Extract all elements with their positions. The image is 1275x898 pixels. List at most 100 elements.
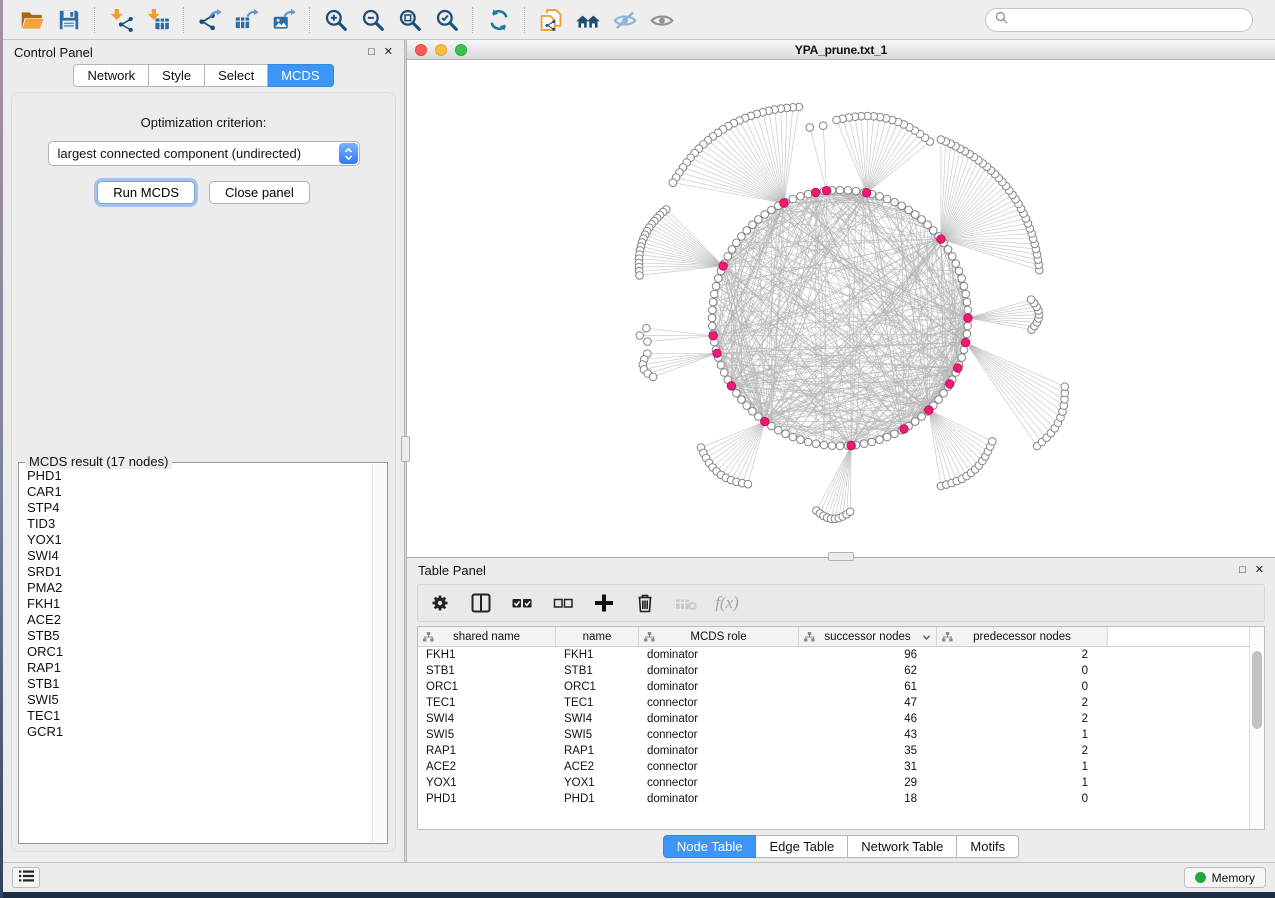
- close-table-panel-icon[interactable]: ✕: [1255, 565, 1264, 576]
- float-panel-icon[interactable]: □: [368, 47, 375, 58]
- column-header-shared-name[interactable]: shared name: [418, 627, 556, 646]
- tab-select[interactable]: Select: [205, 64, 268, 87]
- tab-node-table[interactable]: Node Table: [663, 835, 757, 858]
- mcds-result-item[interactable]: PMA2: [27, 580, 371, 596]
- zoom-selected-button[interactable]: [428, 4, 465, 36]
- cell-name[interactable]: SWI4: [556, 713, 639, 725]
- table-scrollbar-thumb[interactable]: [1252, 651, 1262, 729]
- cell-MCDS-role[interactable]: connector: [639, 729, 799, 741]
- tab-mcds[interactable]: MCDS: [268, 64, 333, 87]
- tab-network[interactable]: Network: [73, 64, 149, 87]
- export-network-button[interactable]: [191, 4, 228, 36]
- cell-name[interactable]: ORC1: [556, 681, 639, 693]
- cell-MCDS-role[interactable]: dominator: [639, 649, 799, 661]
- cell-predecessor-nodes[interactable]: 2: [937, 697, 1108, 709]
- network-graph[interactable]: [407, 60, 1275, 557]
- cell-successor-nodes[interactable]: 62: [799, 665, 937, 677]
- cell-name[interactable]: ACE2: [556, 761, 639, 773]
- mcds-result-item[interactable]: SWI5: [27, 692, 371, 708]
- cell-successor-nodes[interactable]: 96: [799, 649, 937, 661]
- cell-name[interactable]: TEC1: [556, 697, 639, 709]
- deselect-all-checkboxes-button[interactable]: [551, 591, 575, 615]
- cell-MCDS-role[interactable]: dominator: [639, 665, 799, 677]
- cell-MCDS-role[interactable]: connector: [639, 777, 799, 789]
- export-image-button[interactable]: [265, 4, 302, 36]
- cell-name[interactable]: FKH1: [556, 649, 639, 661]
- import-network-button[interactable]: [102, 4, 139, 36]
- zoom-out-button[interactable]: [354, 4, 391, 36]
- cell-successor-nodes[interactable]: 31: [799, 761, 937, 773]
- import-table-button[interactable]: [139, 4, 176, 36]
- table-row[interactable]: ORC1ORC1dominator610: [418, 679, 1264, 695]
- mcds-result-item[interactable]: STP4: [27, 500, 371, 516]
- cell-predecessor-nodes[interactable]: 2: [937, 649, 1108, 661]
- toggle-panes-button[interactable]: [469, 591, 493, 615]
- hide-selected-button[interactable]: [606, 4, 643, 36]
- save-session-button[interactable]: [50, 4, 87, 36]
- tab-edge-table[interactable]: Edge Table: [756, 835, 848, 858]
- cell-MCDS-role[interactable]: dominator: [639, 681, 799, 693]
- mcds-result-item[interactable]: PHD1: [27, 468, 371, 484]
- column-header-name[interactable]: name: [556, 627, 639, 646]
- run-mcds-button[interactable]: Run MCDS: [97, 181, 195, 204]
- close-panel-icon[interactable]: ✕: [384, 47, 393, 58]
- table-row[interactable]: TEC1TEC1connector472: [418, 695, 1264, 711]
- cell-MCDS-role[interactable]: connector: [639, 697, 799, 709]
- cell-shared-name[interactable]: PHD1: [418, 793, 556, 805]
- tab-style[interactable]: Style: [149, 64, 205, 87]
- mcds-result-item[interactable]: SWI4: [27, 548, 371, 564]
- mcds-result-item[interactable]: TEC1: [27, 708, 371, 724]
- first-neighbors-button[interactable]: [569, 4, 606, 36]
- cell-name[interactable]: SWI5: [556, 729, 639, 741]
- cell-MCDS-role[interactable]: dominator: [639, 745, 799, 757]
- column-header-predecessor-nodes[interactable]: predecessor nodes: [937, 627, 1108, 646]
- table-row[interactable]: SWI4SWI4dominator462: [418, 711, 1264, 727]
- float-table-panel-icon[interactable]: □: [1239, 565, 1246, 576]
- mcds-result-item[interactable]: ORC1: [27, 644, 371, 660]
- cell-shared-name[interactable]: SWI4: [418, 713, 556, 725]
- cell-successor-nodes[interactable]: 29: [799, 777, 937, 789]
- add-column-button[interactable]: [592, 591, 616, 615]
- cell-shared-name[interactable]: ACE2: [418, 761, 556, 773]
- mcds-result-item[interactable]: ACE2: [27, 612, 371, 628]
- table-row[interactable]: RAP1RAP1dominator352: [418, 743, 1264, 759]
- mcds-result-item[interactable]: FKH1: [27, 596, 371, 612]
- cell-predecessor-nodes[interactable]: 2: [937, 745, 1108, 757]
- cell-MCDS-role[interactable]: dominator: [639, 713, 799, 725]
- table-row[interactable]: PHD1PHD1dominator180: [418, 791, 1264, 807]
- table-settings-button[interactable]: [428, 591, 452, 615]
- cell-predecessor-nodes[interactable]: 1: [937, 729, 1108, 741]
- table-row[interactable]: SWI5SWI5connector431: [418, 727, 1264, 743]
- cell-predecessor-nodes[interactable]: 0: [937, 665, 1108, 677]
- cell-predecessor-nodes[interactable]: 0: [937, 793, 1108, 805]
- panel-menu-button[interactable]: [12, 867, 40, 888]
- refresh-view-button[interactable]: [480, 4, 517, 36]
- cell-successor-nodes[interactable]: 46: [799, 713, 937, 725]
- memory-button[interactable]: Memory: [1184, 867, 1266, 888]
- cell-successor-nodes[interactable]: 47: [799, 697, 937, 709]
- mcds-result-item[interactable]: YOX1: [27, 532, 371, 548]
- zoom-in-button[interactable]: [317, 4, 354, 36]
- mcds-result-item[interactable]: RAP1: [27, 660, 371, 676]
- column-header-MCDS-role[interactable]: MCDS role: [639, 627, 799, 646]
- horizontal-splitter-grip[interactable]: [828, 552, 854, 561]
- open-session-button[interactable]: [13, 4, 50, 36]
- duplicate-network-button[interactable]: [532, 4, 569, 36]
- network-window-titlebar[interactable]: YPA_prune.txt_1: [407, 40, 1275, 60]
- table-row[interactable]: FKH1FKH1dominator962: [418, 647, 1264, 663]
- cell-name[interactable]: PHD1: [556, 793, 639, 805]
- zoom-fit-button[interactable]: [391, 4, 428, 36]
- tab-motifs[interactable]: Motifs: [957, 835, 1019, 858]
- cell-predecessor-nodes[interactable]: 0: [937, 681, 1108, 693]
- cell-shared-name[interactable]: TEC1: [418, 697, 556, 709]
- cell-shared-name[interactable]: RAP1: [418, 745, 556, 757]
- cell-name[interactable]: STB1: [556, 665, 639, 677]
- network-canvas[interactable]: [407, 60, 1275, 557]
- show-all-button[interactable]: [643, 4, 680, 36]
- table-scrollbar[interactable]: [1249, 627, 1264, 829]
- delete-columns-button[interactable]: [633, 591, 657, 615]
- export-table-button[interactable]: [228, 4, 265, 36]
- criterion-select[interactable]: largest connected component (undirected): [48, 141, 360, 166]
- mcds-result-item[interactable]: STB1: [27, 676, 371, 692]
- cell-shared-name[interactable]: ORC1: [418, 681, 556, 693]
